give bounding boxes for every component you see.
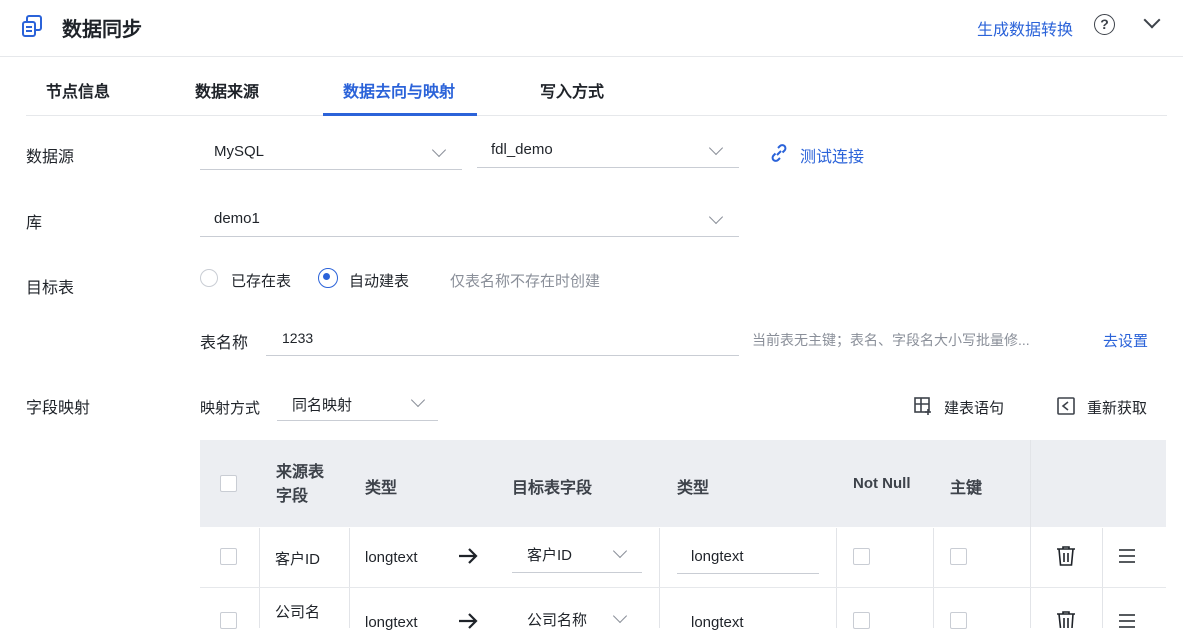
chevron-down-icon — [410, 392, 426, 408]
db-select[interactable]: demo1 — [200, 202, 739, 237]
column-divider — [349, 588, 350, 628]
link-icon[interactable] — [769, 143, 789, 163]
target-field-select[interactable]: 公司名称 — [512, 604, 642, 629]
chevron-down-icon — [708, 140, 724, 156]
column-divider — [836, 528, 837, 587]
chevron-down-icon — [612, 608, 628, 624]
source-type-cell: longtext — [365, 614, 418, 631]
header-primary-key: 主键 — [950, 480, 983, 497]
drag-handle-icon[interactable] — [1118, 549, 1136, 563]
radio-existing-table[interactable] — [200, 269, 218, 287]
help-icon[interactable]: ? — [1094, 14, 1115, 35]
header-target-type: 类型 — [677, 480, 710, 497]
active-tab-indicator — [323, 113, 477, 116]
column-divider — [1102, 528, 1103, 587]
arrow-right-icon — [459, 613, 478, 629]
mapping-method-select[interactable]: 同名映射 — [277, 388, 438, 421]
header-source-type: 类型 — [365, 480, 398, 497]
mapping-method-value: 同名映射 — [292, 397, 353, 414]
datasource-label: 数据源 — [26, 149, 75, 166]
radio-existing-label[interactable]: 已存在表 — [231, 270, 291, 291]
column-divider — [1102, 588, 1103, 628]
header-not-null: Not Null — [853, 475, 911, 492]
not-null-checkbox[interactable] — [853, 612, 870, 629]
auto-create-hint: 仅表名称不存在时创建 — [450, 273, 601, 290]
primary-key-warning: 当前表无主键；表名、字段名大小写批量修... — [752, 332, 1030, 348]
trash-icon[interactable] — [1056, 545, 1076, 567]
go-settings-link[interactable]: 去设置 — [1103, 330, 1148, 351]
select-all-checkbox[interactable] — [220, 475, 237, 492]
tab-divider — [26, 115, 1167, 116]
chevron-down-icon — [612, 543, 628, 559]
test-connection-button[interactable]: 测试连接 — [800, 143, 864, 167]
column-divider — [836, 588, 837, 628]
datasource-type-select[interactable]: MySQL — [200, 135, 462, 170]
primary-key-checkbox[interactable] — [950, 612, 967, 629]
target-table-label: 目标表 — [26, 280, 75, 297]
radio-auto-create[interactable] — [318, 268, 338, 288]
not-null-checkbox[interactable] — [853, 548, 870, 565]
column-divider — [349, 528, 350, 587]
chevron-down-icon — [708, 209, 724, 225]
datasource-connection-select[interactable]: fdl_demo — [477, 133, 739, 168]
refetch-button[interactable]: 重新获取 — [1087, 397, 1147, 418]
target-type-value: longtext — [691, 548, 744, 565]
ddl-button[interactable]: 建表语句 — [944, 397, 1004, 418]
table-name-input[interactable]: 1233 — [266, 322, 739, 356]
column-divider — [933, 588, 934, 628]
target-type-value[interactable]: longtext — [691, 614, 744, 631]
source-type-cell: longtext — [365, 549, 418, 566]
column-divider — [259, 588, 260, 628]
header-source-field: 来源表字段 — [276, 464, 325, 505]
target-field-value: 客户ID — [527, 547, 573, 564]
source-field-cell: 客户ID — [275, 551, 321, 568]
drag-handle-icon[interactable] — [1118, 614, 1136, 628]
table-name-label: 表名称 — [200, 335, 249, 352]
refetch-icon[interactable] — [1056, 396, 1076, 416]
header-target-field: 目标表字段 — [512, 480, 593, 497]
chevron-down-icon — [431, 142, 447, 158]
tab-data-source[interactable]: 数据来源 — [195, 78, 259, 102]
db-label: 库 — [26, 215, 43, 232]
row-checkbox[interactable] — [220, 548, 237, 565]
row-checkbox[interactable] — [220, 612, 237, 629]
source-field-cell: 公司名 — [275, 604, 321, 621]
data-sync-icon — [22, 15, 42, 37]
table-name-value: 1233 — [282, 330, 314, 346]
column-divider — [659, 528, 660, 587]
column-divider — [259, 528, 260, 587]
primary-key-checkbox[interactable] — [950, 548, 967, 565]
target-field-value: 公司名称 — [527, 612, 588, 629]
tab-write-mode[interactable]: 写入方式 — [540, 78, 604, 102]
column-divider — [659, 588, 660, 628]
target-type-input[interactable]: longtext — [677, 541, 819, 574]
trash-icon[interactable] — [1056, 610, 1076, 628]
radio-auto-label[interactable]: 自动建表 — [349, 270, 409, 291]
generate-conversion-link[interactable]: 生成数据转换 — [977, 16, 1073, 40]
datasource-type-value: MySQL — [214, 143, 265, 160]
mapping-method-label: 映射方式 — [200, 400, 261, 417]
table-row — [200, 588, 1166, 628]
field-mapping-label: 字段映射 — [26, 400, 91, 417]
column-divider — [933, 528, 934, 587]
db-value: demo1 — [214, 210, 260, 227]
target-field-select[interactable]: 客户ID — [512, 539, 642, 573]
page-title: 数据同步 — [62, 19, 142, 41]
arrow-right-icon — [459, 548, 478, 564]
tab-node-info[interactable]: 节点信息 — [46, 78, 110, 102]
create-table-icon[interactable] — [913, 396, 933, 416]
tab-destination-mapping[interactable]: 数据去向与映射 — [343, 78, 455, 102]
datasource-connection-value: fdl_demo — [491, 141, 553, 158]
